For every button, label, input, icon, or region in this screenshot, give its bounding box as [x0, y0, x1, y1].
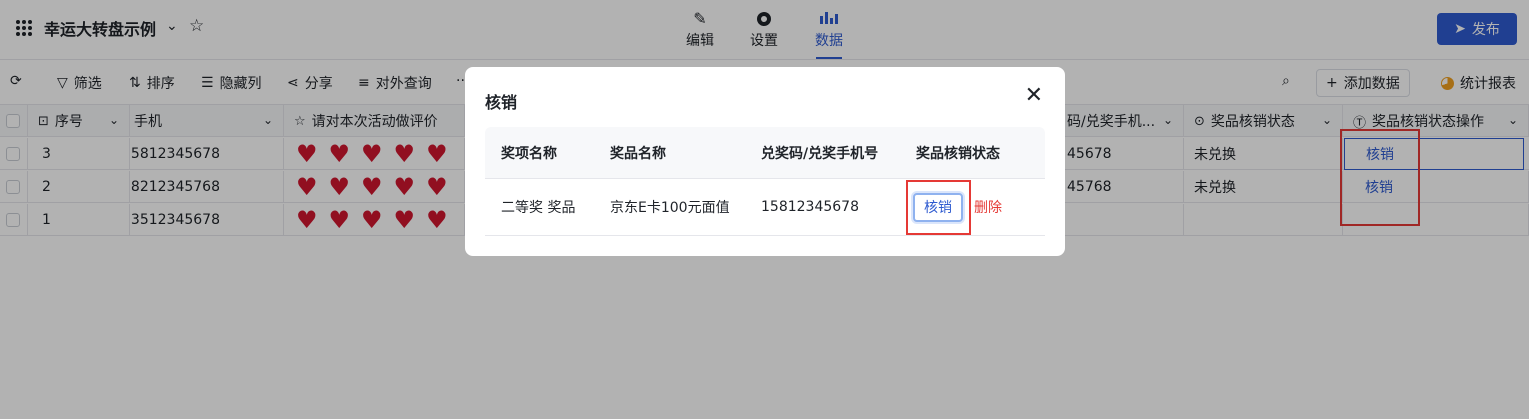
cell-redeem-code: 15812345678: [761, 199, 859, 215]
col-verify-status: 奖品核销状态: [916, 145, 1000, 162]
verify-dialog: 核销 ✕ 奖项名称 奖品名称 兑奖码/兑奖手机号 奖品核销状态 二等奖 奖品 京…: [465, 67, 1065, 256]
cell-actions: 核销 删除: [913, 179, 1002, 235]
delete-link[interactable]: 删除: [974, 197, 1002, 217]
verify-button[interactable]: 核销: [913, 192, 963, 222]
dialog-title: 核销: [485, 93, 518, 112]
close-icon[interactable]: ✕: [1025, 85, 1043, 107]
cell-award-name: 二等奖 奖品: [501, 200, 576, 216]
dialog-table-header: 奖项名称 奖品名称 兑奖码/兑奖手机号 奖品核销状态: [485, 127, 1045, 179]
col-award-name: 奖项名称: [501, 145, 557, 162]
dialog-table-row: 二等奖 奖品 京东E卡100元面值 15812345678 核销 删除: [485, 179, 1045, 236]
col-prize-name: 奖品名称: [610, 145, 666, 162]
cell-prize-name: 京东E卡100元面值: [610, 200, 730, 216]
col-redeem-code: 兑奖码/兑奖手机号: [761, 145, 879, 162]
